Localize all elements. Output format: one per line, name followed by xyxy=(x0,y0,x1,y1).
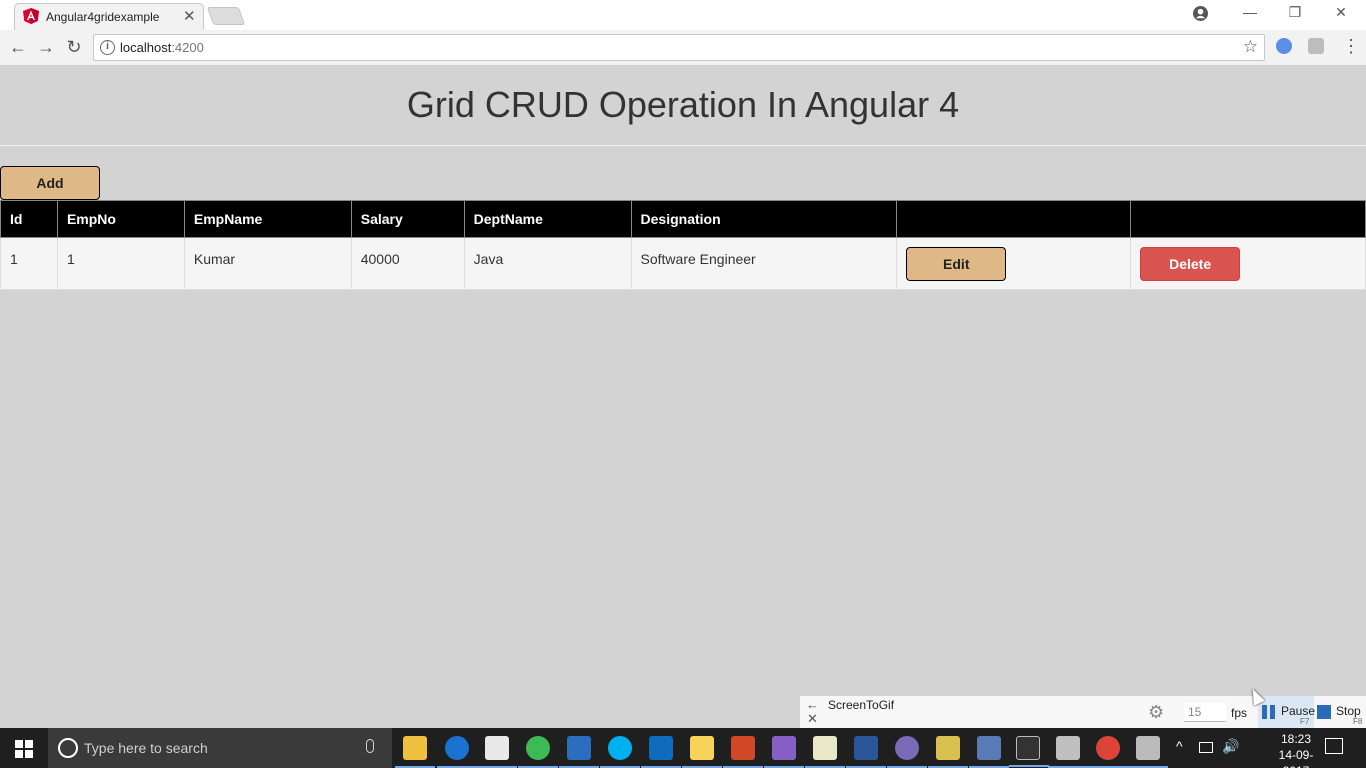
word-icon[interactable] xyxy=(846,736,886,768)
grid-header-row: Id EmpNo EmpName Salary DeptName Designa… xyxy=(0,200,1366,238)
restore-icon[interactable]: ❐ xyxy=(1285,4,1305,21)
pause-icon xyxy=(1262,705,1276,719)
column-header-empname: EmpName xyxy=(183,200,352,238)
back-icon[interactable]: ← xyxy=(7,37,29,58)
browser-tab-active[interactable]: Angular4gridexample ✕ xyxy=(14,3,204,30)
stop-shortcut: F8 xyxy=(1353,717,1363,726)
url-host: localhost xyxy=(120,40,172,55)
volume-icon[interactable]: 🔊 xyxy=(1222,738,1239,755)
clock-date: 14-09-2017 xyxy=(1278,748,1314,768)
screentogif-bar: ← ✕ ScreenToGif ⚙ fps Pause F7 Stop F8 xyxy=(800,696,1366,728)
microphone-icon[interactable] xyxy=(366,739,374,753)
column-header-delete xyxy=(1130,200,1366,238)
address-bar[interactable]: i localhost:4200 ☆ xyxy=(93,34,1265,61)
title-divider xyxy=(0,145,1366,146)
column-header-id: Id xyxy=(0,200,58,238)
cell-designation: Software Engineer xyxy=(630,237,898,290)
github-icon[interactable] xyxy=(887,736,927,768)
minimize-icon[interactable]: — xyxy=(1240,4,1260,20)
cell-id: 1 xyxy=(0,237,58,290)
angular-icon xyxy=(23,8,39,24)
page-content: Grid CRUD Operation In Angular 4 Add Id … xyxy=(0,66,1366,696)
browser-toolbar: ← → ↻ i localhost:4200 ☆ ⋮ xyxy=(0,30,1366,66)
column-header-edit xyxy=(896,200,1132,238)
reload-icon[interactable]: ↻ xyxy=(63,37,85,58)
column-header-empno: EmpNo xyxy=(56,200,185,238)
notification-icon[interactable] xyxy=(1325,738,1343,754)
page-title: Grid CRUD Operation In Angular 4 xyxy=(406,84,960,125)
bookmark-star-icon[interactable]: ☆ xyxy=(1243,37,1258,57)
network-icon[interactable] xyxy=(1199,742,1213,753)
url-port: :4200 xyxy=(171,40,204,55)
taskbar-search-box[interactable]: Type here to search xyxy=(48,728,392,768)
gear-icon[interactable]: ⚙ xyxy=(1148,702,1164,723)
cell-empname: Kumar xyxy=(183,237,352,290)
cell-delete: Delete xyxy=(1130,237,1366,290)
cell-salary: 40000 xyxy=(350,237,465,290)
visual-studio-icon[interactable] xyxy=(764,736,804,768)
delete-button[interactable]: Delete xyxy=(1140,247,1241,281)
stop-label[interactable]: Stop xyxy=(1336,704,1361,718)
employee-grid: Id EmpNo EmpName Salary DeptName Designa… xyxy=(0,200,1366,290)
network-app-icon[interactable] xyxy=(969,736,1009,768)
powerpoint-icon[interactable] xyxy=(723,736,763,768)
tab-close-icon[interactable]: ✕ xyxy=(183,7,196,25)
pause-button[interactable]: Pause F7 xyxy=(1258,696,1316,728)
stop-icon[interactable] xyxy=(1317,705,1331,719)
edge-icon[interactable] xyxy=(437,736,477,768)
profile-icon[interactable] xyxy=(1193,6,1208,21)
file-explorer-icon[interactable] xyxy=(395,736,435,768)
clock-time: 18:23 xyxy=(1280,732,1312,746)
cell-empno: 1 xyxy=(56,237,185,290)
cortana-icon xyxy=(58,738,78,758)
pause-label: Pause xyxy=(1281,704,1316,718)
stg-close-icon[interactable]: ✕ xyxy=(807,711,818,727)
url-text: localhost:4200 xyxy=(120,40,204,55)
store-icon[interactable] xyxy=(477,736,517,768)
window-close-icon[interactable]: ✕ xyxy=(1331,4,1351,21)
add-button[interactable]: Add xyxy=(0,166,100,200)
extension-pdf-icon[interactable] xyxy=(1308,38,1324,54)
browser-titlebar: Angular4gridexample ✕ — ❐ ✕ xyxy=(0,0,1366,30)
screentogif-icon[interactable] xyxy=(1128,736,1168,768)
forward-icon[interactable]: → xyxy=(35,37,57,58)
database-icon[interactable] xyxy=(928,736,968,768)
extension-r-icon[interactable] xyxy=(1276,38,1292,54)
sticky-notes-icon[interactable] xyxy=(682,736,722,768)
info-icon[interactable]: i xyxy=(100,40,115,55)
fps-input[interactable] xyxy=(1184,703,1226,722)
outlook-icon[interactable] xyxy=(641,736,681,768)
fps-label: fps xyxy=(1231,706,1248,720)
column-header-deptname: DeptName xyxy=(463,200,632,238)
stg-back-icon[interactable]: ← xyxy=(806,697,819,712)
stg-title: ScreenToGif xyxy=(828,698,895,712)
tab-title: Angular4gridexample xyxy=(46,10,160,24)
column-header-salary: Salary xyxy=(350,200,465,238)
chrome-icon-2[interactable] xyxy=(1088,736,1128,768)
search-placeholder: Type here to search xyxy=(84,740,208,756)
browser-menu-icon[interactable]: ⋮ xyxy=(1342,36,1360,57)
chrome-icon[interactable] xyxy=(518,736,558,768)
table-row: 1 1 Kumar 40000 Java Software Engineer E… xyxy=(0,237,1366,290)
windows-start-icon[interactable] xyxy=(15,740,33,758)
taskbar: Type here to search ^ 🔊 18:23 14-09-2017 xyxy=(0,728,1366,768)
taskbar-clock[interactable]: 18:23 14-09-2017 xyxy=(1266,731,1326,768)
snipping-tool-icon[interactable] xyxy=(1048,736,1088,768)
edit-button[interactable]: Edit xyxy=(906,247,1007,281)
app-icon[interactable] xyxy=(559,736,599,768)
pause-shortcut: F7 xyxy=(1300,717,1310,726)
column-header-designation: Designation xyxy=(630,200,898,238)
app-icon-2[interactable] xyxy=(805,736,845,768)
new-tab-button[interactable] xyxy=(206,7,246,25)
cell-deptname: Java xyxy=(463,237,632,290)
tray-chevron-icon[interactable]: ^ xyxy=(1176,738,1183,754)
cell-edit: Edit xyxy=(896,237,1132,290)
skype-icon[interactable] xyxy=(600,736,640,768)
command-prompt-icon[interactable] xyxy=(1009,736,1049,767)
